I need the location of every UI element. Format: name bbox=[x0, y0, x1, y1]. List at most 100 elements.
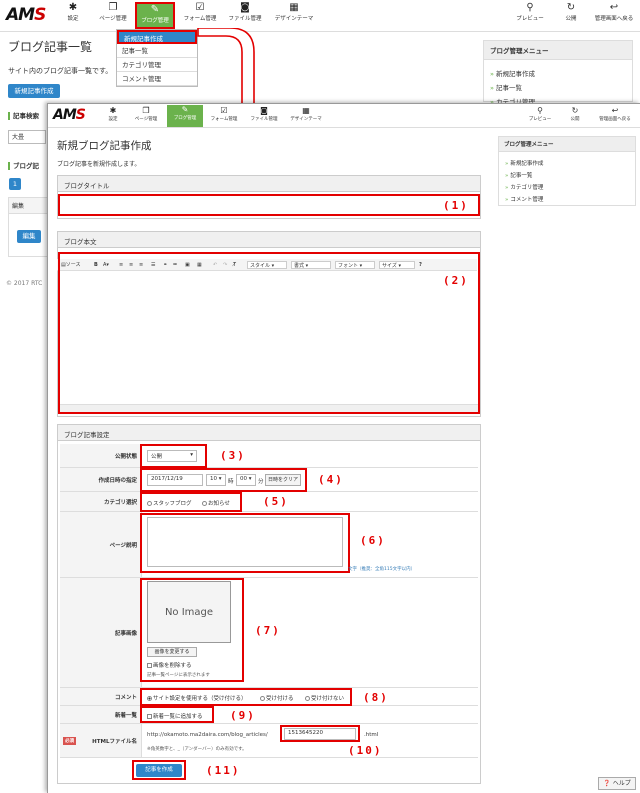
description-highlight bbox=[140, 513, 350, 573]
page-number[interactable]: 1 bbox=[9, 178, 21, 190]
nav-files[interactable]: ◙ ファイル管理 bbox=[224, 2, 266, 30]
annotation-2: (2) bbox=[443, 274, 469, 287]
side-menu: ブログ管理メニュー 新規記事作成 記事一覧 カテゴリ管理 コメント管理 bbox=[498, 136, 636, 206]
date-label: 作成日時の指定 bbox=[60, 468, 142, 491]
blog-edit-icon: ✎ bbox=[181, 105, 189, 114]
form-title: 新規ブログ記事作成 bbox=[57, 140, 152, 152]
camera-icon: ◙ bbox=[260, 106, 268, 115]
camera-icon: ◙ bbox=[240, 2, 250, 13]
editor-statusbar bbox=[60, 404, 478, 412]
design-icon: ▦ bbox=[289, 2, 299, 13]
annotation-9: (9) bbox=[230, 709, 256, 722]
ams-logo: AMS bbox=[6, 5, 46, 25]
bg-side-title: ブログ管理メニュー bbox=[484, 41, 632, 60]
comment-label: コメント bbox=[60, 688, 142, 705]
status-label: 公開状態 bbox=[60, 444, 142, 467]
nav-blog[interactable]: ✎ ブログ管理 bbox=[135, 2, 175, 29]
col-edit-header: 編集 bbox=[9, 198, 47, 214]
required-badge: 必須 bbox=[63, 736, 76, 745]
fg-publish-button[interactable]: ↻ 公開 bbox=[562, 106, 588, 126]
side-menu-item-category[interactable]: カテゴリ管理 bbox=[499, 181, 635, 193]
search-label: 記事検索 bbox=[8, 110, 39, 120]
fg-nav-design[interactable]: ▦ デザインテーマ bbox=[284, 106, 328, 126]
edit-button[interactable]: 編集 bbox=[17, 230, 41, 243]
category-label: カテゴリ選択 bbox=[60, 492, 142, 511]
annotation-10: (10) bbox=[348, 744, 383, 757]
dropdown-item-category[interactable]: カテゴリ管理 bbox=[117, 58, 197, 72]
annotation-6: (6) bbox=[360, 534, 386, 547]
side-menu-title: ブログ管理メニュー bbox=[499, 137, 635, 152]
nav-forms[interactable]: ☑ フォーム管理 bbox=[180, 2, 220, 30]
blog-title-header: ブログタイトル bbox=[58, 176, 480, 192]
annotation-5: (5) bbox=[263, 495, 289, 508]
fg-nav-forms[interactable]: ☑ フォーム管理 bbox=[205, 106, 243, 126]
nav-design[interactable]: ▦ デザインテーマ bbox=[270, 2, 318, 30]
description-label: ページ説明 bbox=[60, 512, 142, 577]
blog-dropdown-menu: 新規記事作成 記事一覧 カテゴリ管理 コメント管理 bbox=[116, 29, 198, 87]
fg-nav-settings[interactable]: ✱ 設定 bbox=[100, 106, 126, 126]
category-highlight bbox=[140, 492, 242, 512]
form-icon: ☑ bbox=[220, 106, 228, 115]
fg-nav-blog[interactable]: ✎ ブログ管理 bbox=[167, 105, 203, 127]
image-label: 記事画像 bbox=[60, 578, 142, 687]
publish-button[interactable]: ↻ 公開 bbox=[556, 2, 586, 30]
html-note: ※角英数字と、_（アンダーバー）のみ有効です。 bbox=[147, 747, 247, 752]
pages-icon: ❐ bbox=[108, 2, 118, 13]
bg-side-menu: ブログ管理メニュー 新規記事作成 記事一覧 カテゴリ管理 bbox=[483, 40, 633, 106]
dropdown-item-comment[interactable]: コメント管理 bbox=[117, 72, 197, 86]
html-filename-label: 必須 HTMLファイル名 bbox=[60, 724, 142, 757]
submit-highlight bbox=[132, 760, 186, 780]
description-hint: 文字（推奨：全角115文字以内） bbox=[348, 567, 416, 572]
fg-nav-files[interactable]: ◙ ファイル管理 bbox=[244, 106, 284, 126]
newlist-label: 新着一覧 bbox=[60, 706, 142, 723]
create-article-window: AMS ✱ 設定 ❐ ページ管理 ✎ ブログ管理 ☑ フォーム管理 ◙ ファイル管理 ▦ デ… bbox=[47, 103, 640, 793]
html-filename-row: 必須 HTMLファイル名 bbox=[60, 724, 478, 758]
search-select[interactable]: 大畳 bbox=[8, 130, 46, 144]
status-row: 公開状態 bbox=[60, 444, 478, 468]
status-highlight bbox=[140, 444, 207, 468]
comment-highlight bbox=[140, 688, 352, 706]
annotation-3: (3) bbox=[220, 449, 246, 462]
fg-back-to-admin-button[interactable]: ↩ 管理画面へ戻る bbox=[592, 106, 638, 126]
back-to-admin-button[interactable]: ↩ 管理画面へ戻る bbox=[590, 2, 638, 30]
help-button[interactable]: ❓ ヘルプ bbox=[598, 777, 636, 790]
page-title: ブログ記事一覧 bbox=[8, 40, 93, 54]
side-menu-item-comment[interactable]: コメント管理 bbox=[499, 193, 635, 205]
side-menu-item-list[interactable]: 記事一覧 bbox=[499, 169, 635, 181]
preview-button[interactable]: ⚲ プレビュー bbox=[510, 2, 550, 30]
blog-body-header: ブログ本文 bbox=[58, 232, 480, 248]
filename-ext: .html bbox=[364, 732, 379, 738]
pages-icon: ❐ bbox=[142, 106, 150, 115]
bg-side-item[interactable]: 新規記事作成 bbox=[484, 66, 632, 80]
newlist-highlight bbox=[140, 706, 214, 723]
refresh-icon: ↻ bbox=[566, 2, 576, 13]
filename-highlight bbox=[280, 725, 360, 742]
search-icon: ⚲ bbox=[526, 2, 534, 13]
page-description: サイト内のブログ記事一覧です。 bbox=[8, 67, 113, 75]
dropdown-item-list[interactable]: 記事一覧 bbox=[117, 44, 197, 58]
fg-top-nav-bar: AMS ✱ 設定 ❐ ページ管理 ✎ ブログ管理 ☑ フォーム管理 ◙ ファイル管理 ▦ デ… bbox=[48, 104, 640, 128]
help-circle-icon: ❓ bbox=[603, 780, 611, 787]
annotation-1: (1) bbox=[443, 199, 469, 212]
annotation-8: (8) bbox=[363, 691, 389, 704]
list-label: ブログ記 bbox=[8, 160, 39, 170]
blog-title-input[interactable] bbox=[58, 194, 480, 216]
settings-header: ブログ記事設定 bbox=[58, 425, 480, 441]
fg-preview-button[interactable]: ⚲ プレビュー bbox=[522, 106, 558, 126]
url-prefix: http://okamoto.ma2daira.com/blog_article… bbox=[147, 732, 268, 738]
form-icon: ☑ bbox=[195, 2, 205, 13]
side-menu-item-new[interactable]: 新規記事作成 bbox=[499, 157, 635, 169]
design-icon: ▦ bbox=[302, 106, 310, 115]
search-icon: ⚲ bbox=[537, 106, 543, 115]
fg-nav-pages[interactable]: ❐ ページ管理 bbox=[128, 106, 164, 126]
nav-pages[interactable]: ❐ ページ管理 bbox=[94, 2, 132, 30]
nav-settings[interactable]: ✱ 設定 bbox=[57, 2, 89, 30]
list-table: 編集 編集 bbox=[8, 197, 48, 257]
dropdown-item-new[interactable]: 新規記事作成 bbox=[117, 30, 197, 44]
return-icon: ↩ bbox=[611, 106, 619, 115]
gear-icon: ✱ bbox=[109, 106, 117, 115]
bg-side-item[interactable]: 記事一覧 bbox=[484, 80, 632, 94]
new-article-button[interactable]: 新規記事作成 bbox=[8, 84, 60, 98]
annotation-11: (11) bbox=[206, 764, 241, 777]
blog-body-editor[interactable] bbox=[58, 252, 480, 414]
